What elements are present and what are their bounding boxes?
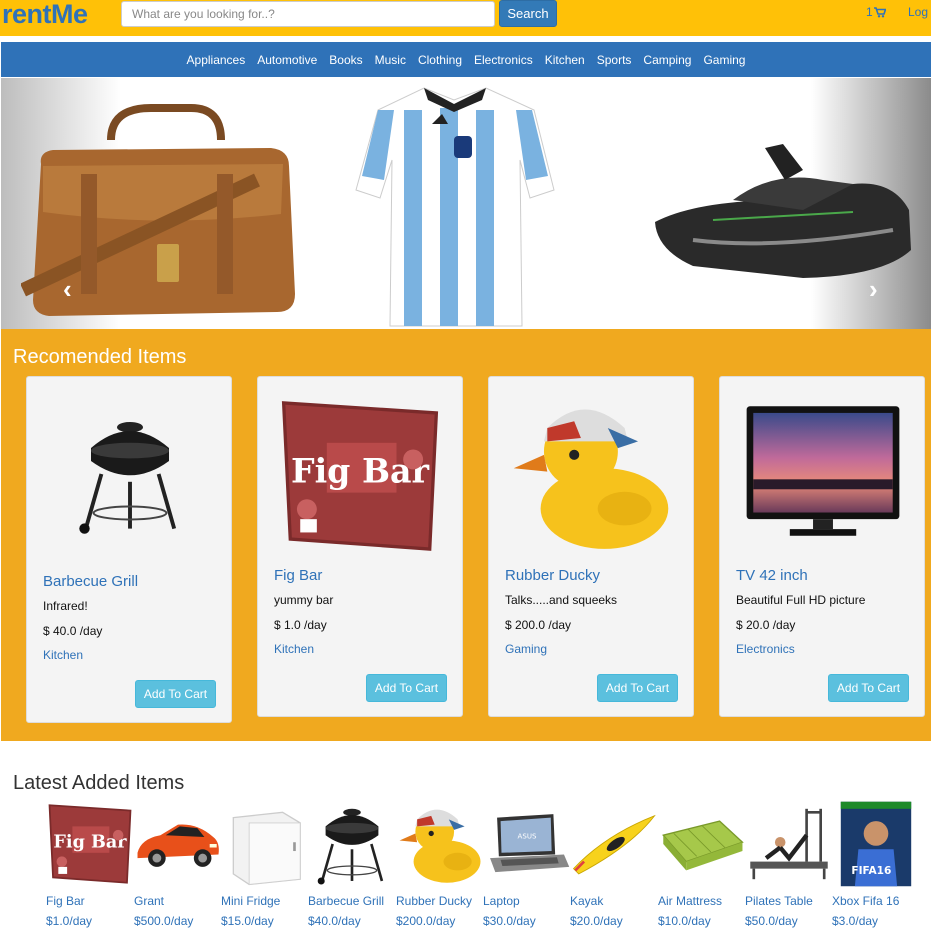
latest-item[interactable]: Fig Bar $1.0/day	[46, 800, 134, 931]
latest-item-price: $1.0/day	[46, 914, 93, 928]
hero-carousel[interactable]: ‹ ›	[1, 78, 931, 329]
product-image	[505, 391, 677, 559]
latest-item-image	[658, 800, 746, 888]
product-category[interactable]: Kitchen	[43, 648, 83, 662]
latest-item-image	[134, 800, 222, 888]
cart-count: 1	[866, 5, 873, 19]
carousel-prev-icon[interactable]: ‹	[63, 274, 72, 305]
latest-item-image	[483, 800, 571, 888]
product-description: Beautiful Full HD picture	[736, 593, 866, 607]
latest-item-name[interactable]: Xbox Fifa 16	[832, 894, 899, 908]
add-to-cart-button[interactable]: Add To Cart	[597, 674, 678, 702]
latest-item-price: $50.0/day	[745, 914, 798, 928]
latest-item-name[interactable]: Barbecue Grill	[308, 894, 384, 908]
latest-item-image	[570, 800, 658, 888]
add-to-cart-button[interactable]: Add To Cart	[366, 674, 447, 702]
product-name[interactable]: Fig Bar	[274, 567, 322, 584]
product-description: Infrared!	[43, 599, 88, 613]
add-to-cart-button[interactable]: Add To Cart	[135, 680, 216, 708]
nav-item-books[interactable]: Books	[329, 53, 362, 67]
latest-item-image	[396, 800, 484, 888]
latest-item-name[interactable]: Pilates Table	[745, 894, 813, 908]
latest-item[interactable]: Rubber Ducky $200.0/day	[396, 800, 484, 931]
search-button[interactable]: Search	[499, 0, 557, 27]
logo[interactable]: rentMe	[2, 0, 88, 30]
nav-item-kitchen[interactable]: Kitchen	[545, 53, 585, 67]
latest-item-name[interactable]: Grant	[134, 894, 164, 908]
product-category[interactable]: Kitchen	[274, 642, 314, 656]
product-category[interactable]: Electronics	[736, 642, 795, 656]
product-category[interactable]: Gaming	[505, 642, 547, 656]
carousel-next-icon[interactable]: ›	[869, 274, 878, 305]
product-price: $ 1.0 /day	[274, 618, 327, 632]
recommended-section: Recomended Items Barbecue Grill Infrared…	[1, 329, 931, 741]
product-card[interactable]: TV 42 inch Beautiful Full HD picture $ 2…	[719, 376, 925, 717]
product-price: $ 40.0 /day	[43, 624, 103, 638]
latest-item-name[interactable]: Kayak	[570, 894, 603, 908]
nav-item-sports[interactable]: Sports	[597, 53, 632, 67]
latest-item-price: $15.0/day	[221, 914, 274, 928]
search-input[interactable]	[121, 1, 495, 27]
category-nav: Appliances Automotive Books Music Clothi…	[1, 42, 931, 77]
header-bar: rentMe Search 1 Log	[0, 0, 931, 36]
product-name[interactable]: Barbecue Grill	[43, 573, 138, 590]
add-to-cart-button[interactable]: Add To Cart	[828, 674, 909, 702]
latest-item-price: $10.0/day	[658, 914, 711, 928]
latest-item[interactable]: Laptop $30.0/day	[483, 800, 571, 931]
latest-item[interactable]: Kayak $20.0/day	[570, 800, 658, 931]
latest-item-price: $200.0/day	[396, 914, 456, 928]
product-card[interactable]: Fig Bar yummy bar $ 1.0 /day Kitchen Add…	[257, 376, 463, 717]
carousel-image-jetski	[655, 144, 911, 278]
latest-item-price: $30.0/day	[483, 914, 536, 928]
product-image	[736, 393, 910, 559]
latest-item[interactable]: Grant $500.0/day	[134, 800, 222, 931]
product-card[interactable]: Barbecue Grill Infrared! $ 40.0 /day Kit…	[26, 376, 232, 723]
latest-item-price: $20.0/day	[570, 914, 623, 928]
latest-item-image	[221, 800, 309, 888]
product-image	[65, 389, 195, 559]
latest-item-image	[832, 800, 920, 888]
latest-item[interactable]: Air Mattress $10.0/day	[658, 800, 746, 931]
carousel-image-jersey	[355, 87, 555, 327]
product-description: Talks.....and squeeks	[505, 593, 618, 607]
product-price: $ 20.0 /day	[736, 618, 796, 632]
latest-item[interactable]: Barbecue Grill $40.0/day	[308, 800, 396, 931]
nav-item-camping[interactable]: Camping	[643, 53, 691, 67]
latest-item-image	[745, 800, 833, 888]
product-card[interactable]: Rubber Ducky Talks.....and squeeks $ 200…	[488, 376, 694, 717]
latest-item[interactable]: Xbox Fifa 16 $3.0/day	[832, 800, 920, 931]
latest-title: Latest Added Items	[13, 772, 185, 794]
latest-item-name[interactable]: Air Mattress	[658, 894, 722, 908]
product-name[interactable]: TV 42 inch	[736, 567, 808, 584]
latest-item-name[interactable]: Mini Fridge	[221, 894, 280, 908]
product-price: $ 200.0 /day	[505, 618, 572, 632]
latest-item[interactable]: Pilates Table $50.0/day	[745, 800, 833, 931]
latest-item-price: $3.0/day	[832, 914, 879, 928]
product-description: yummy bar	[274, 593, 334, 607]
latest-item-name[interactable]: Rubber Ducky	[396, 894, 472, 908]
nav-item-automotive[interactable]: Automotive	[257, 53, 317, 67]
product-image	[274, 393, 446, 559]
login-link[interactable]: Log	[908, 5, 928, 19]
nav-item-electronics[interactable]: Electronics	[474, 53, 533, 67]
nav-item-appliances[interactable]: Appliances	[187, 53, 246, 67]
latest-item-name[interactable]: Fig Bar	[46, 894, 85, 908]
cart-icon	[873, 6, 886, 17]
latest-item-price: $40.0/day	[308, 914, 361, 928]
latest-item-price: $500.0/day	[134, 914, 194, 928]
latest-item-image	[308, 800, 396, 888]
recommended-title: Recomended Items	[13, 346, 187, 368]
nav-item-music[interactable]: Music	[375, 53, 406, 67]
nav-item-clothing[interactable]: Clothing	[418, 53, 462, 67]
latest-item[interactable]: Mini Fridge $15.0/day	[221, 800, 309, 931]
nav-item-gaming[interactable]: Gaming	[703, 53, 745, 67]
product-name[interactable]: Rubber Ducky	[505, 567, 600, 584]
latest-item-name[interactable]: Laptop	[483, 894, 520, 908]
latest-item-image	[46, 800, 134, 888]
cart-link[interactable]: 1	[866, 5, 886, 19]
